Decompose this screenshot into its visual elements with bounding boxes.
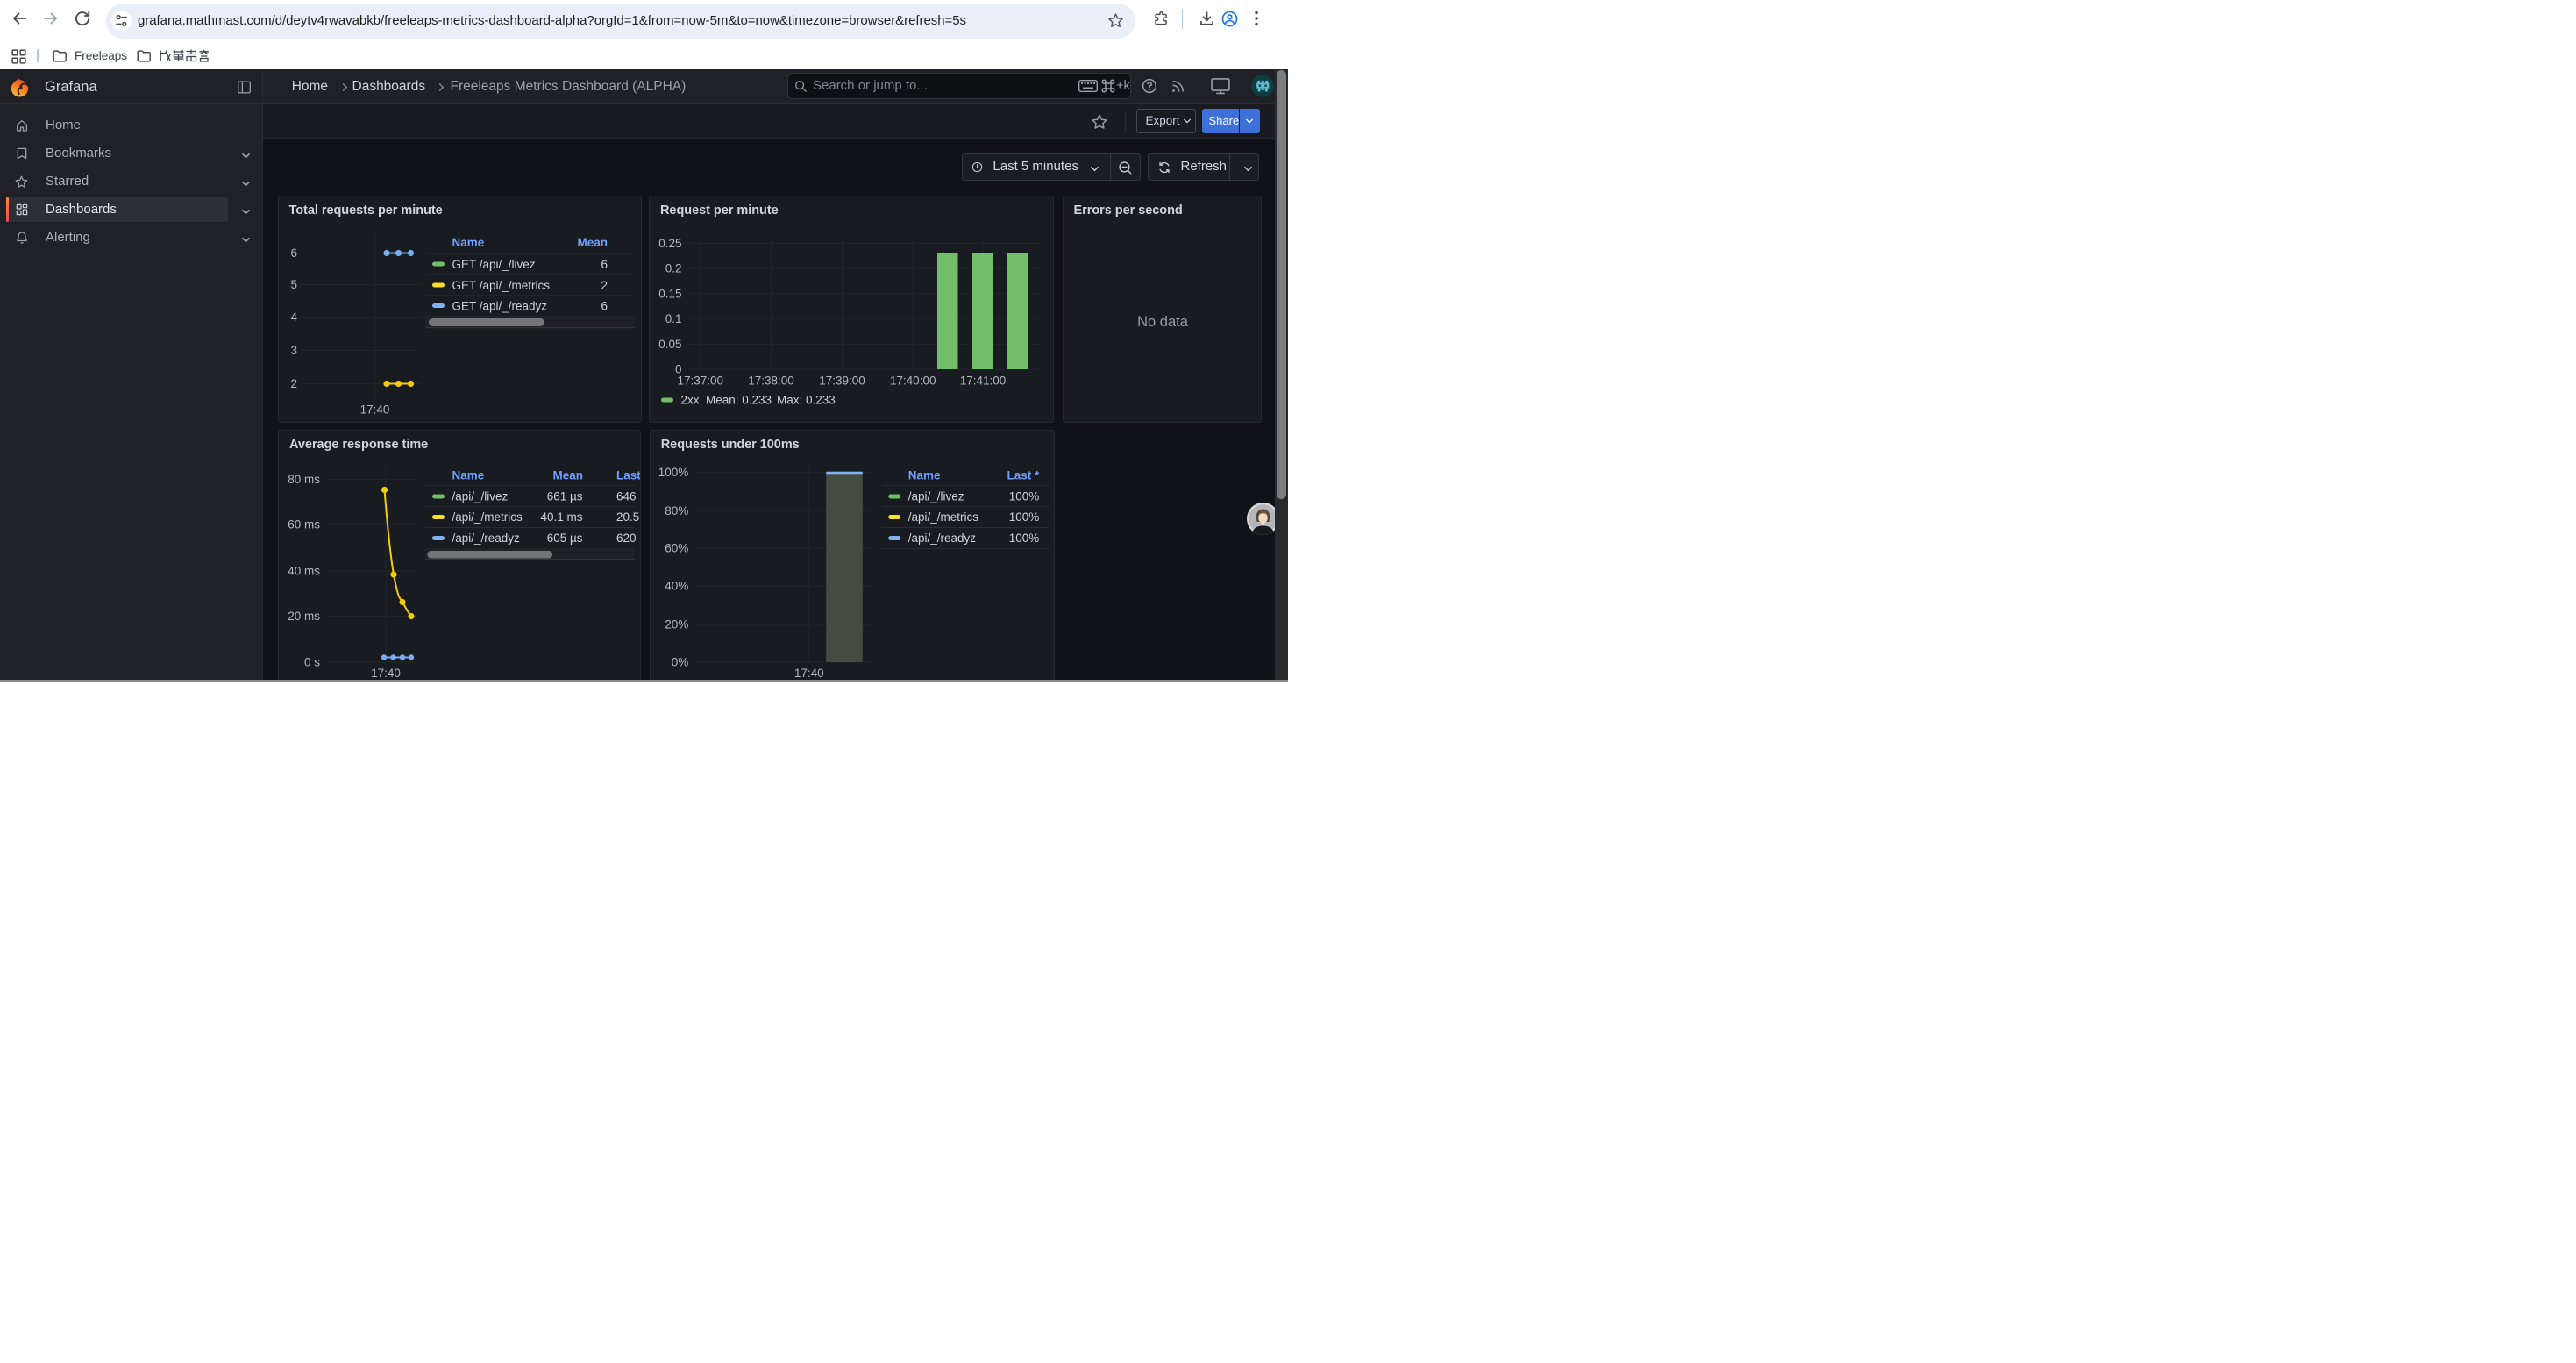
svg-text:80%: 80% [665,504,688,517]
svg-text:Name: Name [908,469,941,482]
svg-text:2xx: 2xx [681,393,700,406]
svg-text:100%: 100% [1008,510,1039,524]
svg-text:60%: 60% [665,541,688,554]
svg-text:0.2: 0.2 [665,261,682,275]
svg-text:17:40: 17:40 [794,667,824,680]
svg-text:Name: Name [452,236,484,249]
svg-text:20.5 m: 20.5 m [616,510,640,524]
svg-text:100%: 100% [1008,490,1039,503]
svg-text:0 s: 0 s [304,656,320,669]
svg-text:661 µs: 661 µs [547,490,583,503]
svg-text:605 µs: 605 µs [547,532,583,545]
svg-text:4: 4 [290,310,297,324]
svg-text:0.05: 0.05 [658,337,681,350]
svg-text:/api/_/metrics: /api/_/metrics [908,510,979,524]
svg-text:17:40: 17:40 [371,667,401,680]
svg-text:GET /api/_/metrics: GET /api/_/metrics [452,279,550,292]
svg-text:/api/_/livez: /api/_/livez [908,490,964,503]
svg-text:0.1: 0.1 [665,312,682,325]
svg-text:/api/_/readyz: /api/_/readyz [452,532,521,545]
svg-text:6: 6 [601,258,608,271]
svg-text:100%: 100% [658,466,688,479]
svg-text:Max: 0.233: Max: 0.233 [777,393,836,406]
svg-text:5: 5 [290,278,297,291]
svg-text:2: 2 [601,279,608,292]
svg-text:0.25: 0.25 [658,237,681,250]
svg-text:Last: Last [616,469,640,482]
svg-text:0%: 0% [671,656,688,669]
svg-text:620: 620 [616,532,637,545]
svg-text:646: 646 [616,490,637,503]
svg-text:Name: Name [452,469,485,482]
svg-text:GET /api/_/readyz: GET /api/_/readyz [452,299,547,312]
svg-text:6: 6 [290,246,297,260]
svg-text:17:37:00: 17:37:00 [678,374,724,387]
svg-text:3: 3 [290,344,297,357]
svg-text:17:40: 17:40 [359,403,389,416]
svg-text:17:39:00: 17:39:00 [819,374,865,387]
svg-text:Last *: Last * [1007,469,1040,482]
svg-text:40 ms: 40 ms [288,565,320,578]
svg-text:80 ms: 80 ms [288,473,320,486]
svg-text:0.15: 0.15 [658,287,681,300]
svg-text:40.1 ms: 40.1 ms [540,510,582,524]
svg-text:Mean: Mean [577,236,608,249]
svg-text:20%: 20% [665,618,688,632]
svg-text:20 ms: 20 ms [288,610,320,623]
svg-text:17:41:00: 17:41:00 [960,374,1007,387]
svg-text:/api/_/livez: /api/_/livez [452,490,509,503]
svg-text:/api/_/metrics: /api/_/metrics [452,510,523,524]
svg-text:40%: 40% [665,580,688,593]
svg-text:100%: 100% [1008,532,1039,545]
svg-text:17:38:00: 17:38:00 [748,374,794,387]
svg-text:60 ms: 60 ms [288,518,320,532]
svg-text:/api/_/readyz: /api/_/readyz [908,532,977,545]
svg-text:17:40:00: 17:40:00 [890,374,936,387]
svg-text:Mean: Mean [552,469,583,482]
svg-text:2: 2 [290,377,297,390]
svg-text:GET /api/_/livez: GET /api/_/livez [452,258,535,271]
svg-text:Mean: 0.233: Mean: 0.233 [706,393,772,406]
svg-text:6: 6 [601,299,608,312]
